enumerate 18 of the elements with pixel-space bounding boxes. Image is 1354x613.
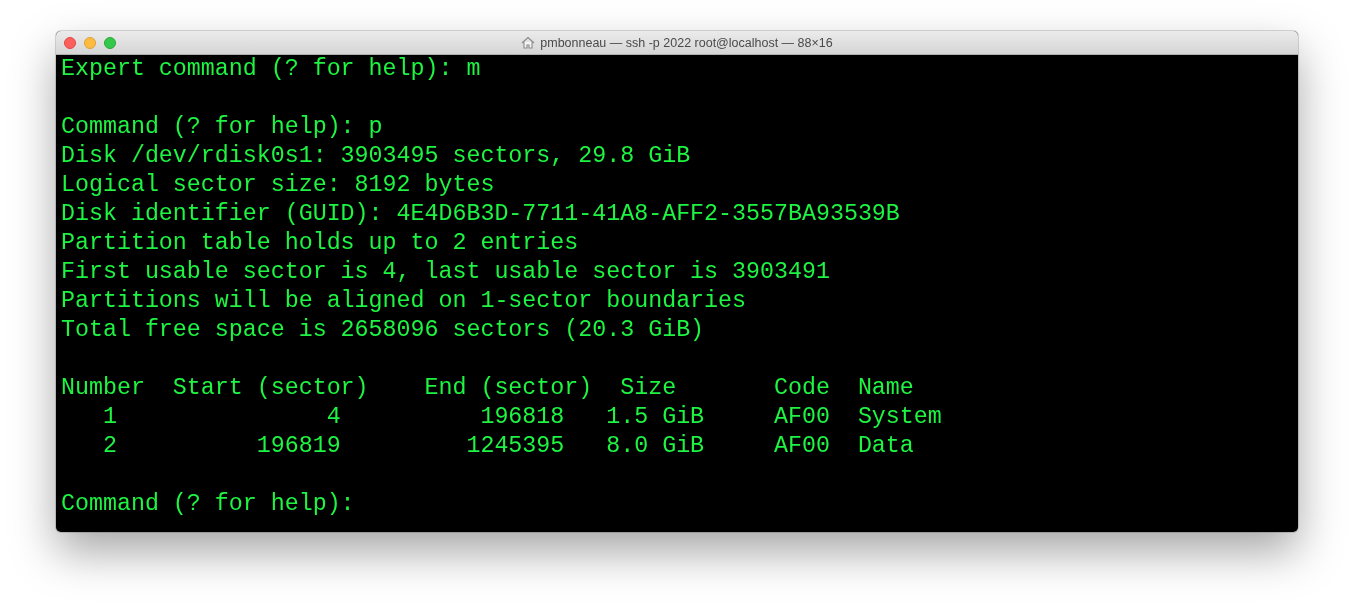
terminal-line: Command (? for help): [61, 491, 356, 517]
terminal-line: Disk identifier (GUID): 4E4D6B3D-7711-41A8-AFF2-3557BA93539B [61, 201, 900, 227]
terminal-line: Partition table holds up to 2 entries [61, 230, 579, 256]
zoom-button[interactable] [104, 36, 116, 49]
terminal-line: 1 4 196818 1.5 GiB AF00 System [101, 404, 942, 430]
terminal-line: Logical sector size: 8192 bytes [61, 172, 495, 198]
terminal-line: Number Start (sector) End (sector) Size Code Name [61, 375, 914, 401]
terminal-line: Command (? for help): p [61, 114, 383, 140]
house-icon [521, 36, 536, 49]
terminal-line: First usable sector is 4, last usable sector is 3903491 [61, 259, 830, 285]
terminal-line: Total free space is 2658096 sectors (20.3 GiB) [61, 317, 705, 343]
terminal-line: Expert command (? for help): m [61, 56, 481, 82]
terminal-line: 2 196819 1245395 8.0 GiB AF00 Data [101, 433, 914, 459]
window-title: pmbonneau — ssh -p 2022 root@localhost — 88×16 [540, 35, 833, 50]
terminal-line: Partitions will be aligned on 1-sector boundaries [61, 288, 747, 314]
terminal-line: Disk /dev/rdisk0s1: 3903495 sectors, 29.8 GiB [61, 143, 691, 169]
minimize-button[interactable] [84, 36, 96, 49]
close-button[interactable] [64, 36, 76, 49]
